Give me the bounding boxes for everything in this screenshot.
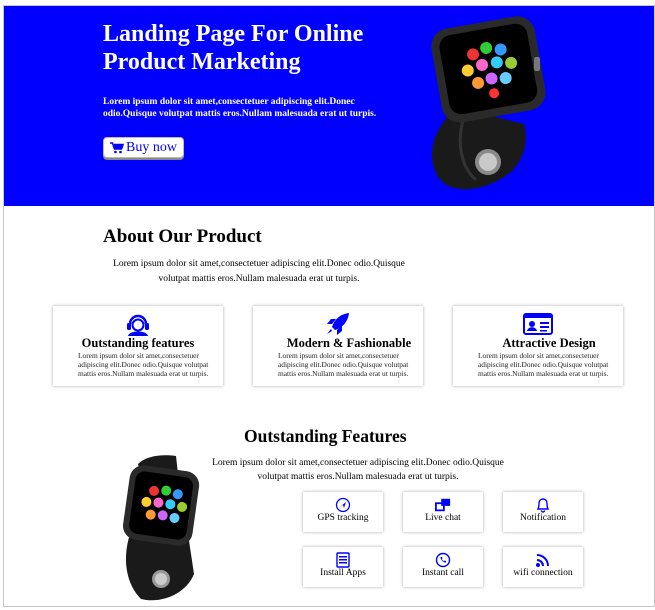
smartwatch-image — [431, 16, 546, 190]
call-icon — [435, 552, 451, 568]
hero-banner: Landing Page For Online Product Marketin… — [4, 6, 654, 206]
landing-page: Landing Page For Online Product Marketin… — [3, 5, 655, 607]
feature-label: Notification — [520, 513, 566, 523]
card-outstanding-features: Outstanding features Lorem ipsum dolor s… — [53, 306, 223, 386]
about-text: Lorem ipsum dolor sit amet,consectetuer … — [113, 259, 405, 284]
feature-label: Live chat — [425, 513, 461, 523]
card-modern-fashionable: Modern & Fashionable Lorem ipsum dolor s… — [253, 306, 423, 386]
id-card-icon — [523, 312, 553, 336]
card-text: Lorem ipsum dolor sit amet,consectetuer … — [478, 351, 609, 378]
feature-gps-tracking[interactable]: GPS tracking — [303, 492, 383, 532]
card-title: Modern & Fashionable — [286, 336, 412, 350]
feature-label: Install Apps — [320, 568, 366, 578]
about-title: About Our Product — [103, 226, 262, 247]
rocket-icon — [323, 312, 353, 336]
wifi-icon — [535, 552, 551, 568]
card-attractive-design: Attractive Design Lorem ipsum dolor sit … — [453, 306, 623, 386]
card-text: Lorem ipsum dolor sit amet,consectetuer … — [278, 351, 409, 378]
feature-label: wifi connection — [513, 568, 573, 578]
bell-icon — [535, 497, 551, 513]
chat-icon — [435, 497, 451, 513]
support-agent-icon — [123, 312, 153, 336]
feature-install-apps[interactable]: Install Apps — [303, 547, 383, 587]
hero-description: Lorem ipsum dolor sit amet,consectetuer … — [103, 97, 377, 119]
buy-now-label: Buy now — [126, 140, 177, 155]
card-title: Outstanding features — [81, 336, 195, 350]
smartwatch-image-2 — [123, 455, 200, 601]
buy-now-button[interactable]: Buy now — [103, 137, 184, 158]
features-text: Lorem ipsum dolor sit amet,consectetuer … — [212, 458, 504, 482]
card-title: Attractive Design — [502, 336, 596, 350]
cart-icon — [110, 141, 124, 153]
feature-notification[interactable]: Notification — [503, 492, 583, 532]
feature-instant-call[interactable]: Instant call — [403, 547, 483, 587]
features-title: Outstanding Features — [244, 426, 407, 446]
hero-title: Landing Page For Online Product Marketin… — [103, 21, 364, 75]
feature-wifi-connection[interactable]: wifi connection — [503, 547, 583, 587]
feature-live-chat[interactable]: Live chat — [403, 492, 483, 532]
apps-icon — [335, 552, 351, 568]
card-text: Lorem ipsum dolor sit amet,consectetuer … — [78, 351, 209, 378]
feature-label: Instant call — [422, 568, 464, 578]
feature-label: GPS tracking — [317, 513, 369, 523]
gps-icon — [335, 497, 351, 513]
